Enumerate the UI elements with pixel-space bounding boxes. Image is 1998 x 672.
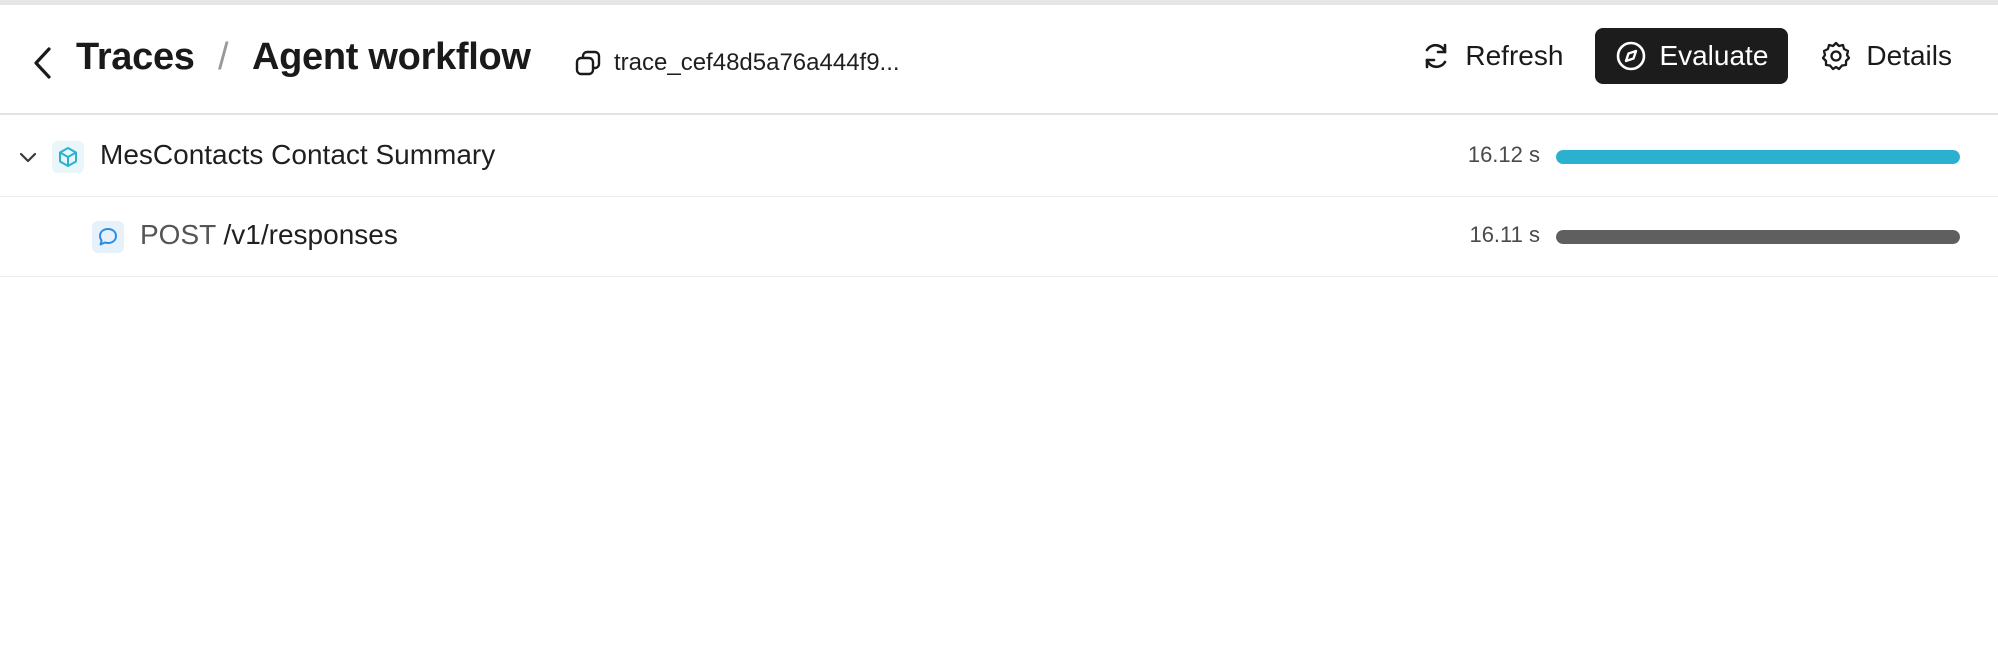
page-title: Agent workflow [252,36,531,78]
chevron-left-icon [34,47,51,79]
span-row[interactable]: POST /v1/responses 16.11 s [0,197,1998,277]
evaluate-button[interactable]: Evaluate [1595,28,1789,84]
details-button[interactable]: Details [1808,27,1964,85]
span-duration: 16.12 s [1467,142,1540,167]
copy-trace-id-button[interactable]: trace_cef48d5a76a444f9... [574,43,900,83]
duration-bar [1556,230,1960,244]
gear-icon [1822,41,1851,71]
span-tree: MesContacts Contact Summary 16.12 s POST… [0,117,1998,277]
breadcrumb-traces[interactable]: Traces [76,36,195,79]
breadcrumb-separator: / [218,36,229,78]
trace-id-text: trace_cef48d5a76a444f9... [614,49,900,76]
http-method: POST [140,219,216,250]
chevron-down-icon[interactable] [16,145,40,169]
back-button[interactable] [28,43,58,83]
duration-bar-fill [1556,230,1960,244]
refresh-label: Refresh [1465,40,1564,71]
details-label: Details [1866,40,1952,71]
refresh-icon [1426,43,1447,69]
chat-bubble-icon [92,221,124,253]
endpoint-path: /v1/responses [223,219,398,250]
compass-icon [1617,41,1646,71]
duration-bar-fill [1556,150,1960,164]
cube-icon [52,141,84,173]
span-label: POST /v1/responses [140,219,398,251]
copy-icon [575,50,601,76]
evaluate-label: Evaluate [1659,40,1769,71]
span-label: MesContacts Contact Summary [100,139,496,170]
page-header: Traces / Agent workflow trace_cef48d5a76… [0,5,1998,115]
refresh-button[interactable]: Refresh [1409,27,1575,85]
span-duration: 16.11 s [1469,222,1540,247]
header-actions: Refresh Evaluate Details [1409,27,1964,85]
duration-bar [1556,150,1960,164]
span-row[interactable]: MesContacts Contact Summary 16.12 s [0,117,1998,197]
